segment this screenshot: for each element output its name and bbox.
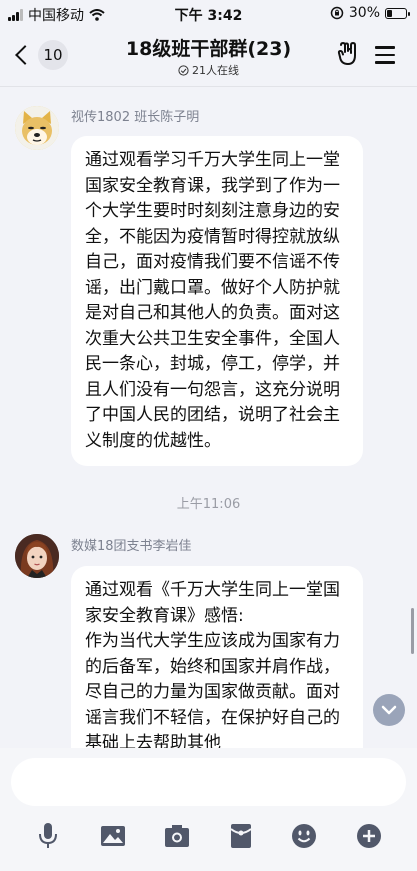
online-count: 21人在线: [192, 64, 239, 77]
chat-header: 10 18级班干部群(23) 21人在线: [0, 28, 417, 87]
rotation-lock-icon: [330, 6, 344, 20]
image-icon[interactable]: [97, 820, 129, 852]
message-input[interactable]: [11, 758, 406, 806]
status-bar: 中国移动 下午 3:42 30%: [0, 0, 417, 28]
battery-icon: [385, 7, 410, 19]
input-toolbar: [0, 820, 417, 852]
sender-name: 数媒18团支书李岩佳: [71, 539, 192, 554]
status-right: 30%: [330, 5, 410, 21]
scrollbar-thumb[interactable]: [411, 608, 414, 654]
battery-percent: 30%: [348, 5, 380, 21]
girl-avatar-icon: [15, 534, 59, 578]
red-packet-icon[interactable]: [225, 820, 257, 852]
plus-icon[interactable]: [353, 820, 385, 852]
emoji-icon[interactable]: [288, 820, 320, 852]
scroll-to-bottom-button[interactable]: [373, 694, 405, 726]
menu-icon[interactable]: [375, 46, 395, 69]
camera-icon[interactable]: [161, 820, 193, 852]
mic-icon[interactable]: [32, 820, 64, 852]
hand-gesture-icon[interactable]: [337, 42, 359, 66]
avatar[interactable]: [15, 106, 59, 150]
online-icon: [178, 64, 189, 76]
sender-name: 视传1802 班长陈子明: [71, 110, 200, 125]
message-text: 通过观看学习千万大学生同上一堂国家安全教育课，我学到了作为一个大学生要时时刻刻注…: [85, 150, 340, 451]
message-text: 通过观看《千万大学生同上一堂国家安全教育课》感悟:: [85, 580, 340, 626]
doge-avatar-icon: [15, 106, 59, 150]
battery-level: [387, 9, 392, 17]
message-bubble[interactable]: 通过观看《千万大学生同上一堂国家安全教育课》感悟: 作为当代大学生应该成为国家有…: [71, 566, 363, 766]
message-bubble[interactable]: 通过观看学习千万大学生同上一堂国家安全教育课，我学到了作为一个大学生要时时刻刻注…: [71, 136, 363, 466]
chevron-down-icon: [381, 705, 397, 715]
avatar[interactable]: [15, 534, 59, 578]
time-divider: 上午11:06: [176, 497, 241, 512]
input-area: [0, 748, 417, 871]
message-text: 作为当代大学生应该成为国家有力的后备军，始终和国家并肩作战，尽自己的力量为国家做…: [85, 631, 340, 753]
